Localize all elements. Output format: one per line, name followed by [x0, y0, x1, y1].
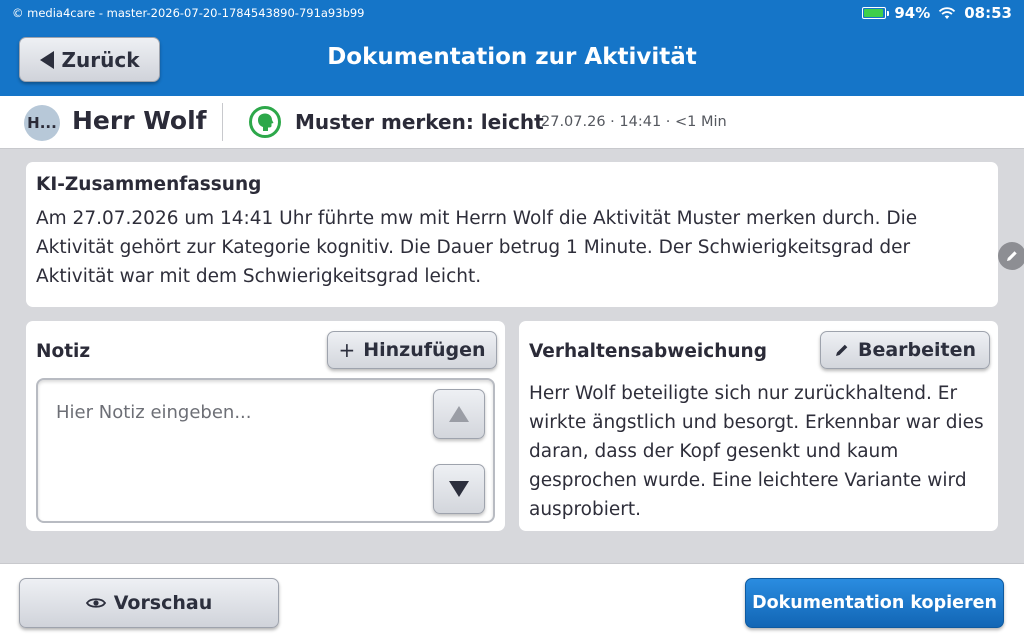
- preview-button[interactable]: Vorschau: [19, 578, 279, 628]
- preview-label: Vorschau: [113, 592, 213, 614]
- activity-name: Muster merken: leicht: [295, 110, 544, 134]
- clock: 08:53: [964, 4, 1012, 22]
- app-header: Zurück Dokumentation zur Aktivität: [0, 26, 1024, 96]
- head-silhouette-icon: [258, 113, 274, 131]
- add-note-button[interactable]: + Hinzufügen: [327, 331, 497, 369]
- note-input[interactable]: Hier Notiz eingeben...: [36, 378, 495, 523]
- summary-text: Am 27.07.2026 um 14:41 Uhr führte mw mit…: [36, 208, 918, 287]
- battery-icon: [862, 7, 890, 19]
- status-bar: © media4care - master-2026-07-20-1784543…: [0, 0, 1024, 26]
- pencil-icon: [835, 344, 848, 356]
- summary-title: KI-Zusammenfassung: [36, 174, 262, 195]
- eye-icon: [85, 598, 106, 608]
- arrow-up-icon: [449, 406, 469, 422]
- activity-info-bar: H... Herr Wolf Muster merken: leicht 27.…: [0, 96, 1024, 149]
- edit-summary-button[interactable]: [998, 242, 1024, 270]
- copy-documentation-button[interactable]: Dokumentation kopieren: [745, 578, 1004, 628]
- divider: [222, 103, 223, 141]
- battery-percent: 94%: [894, 4, 931, 22]
- add-note-label: Hinzufügen: [363, 339, 486, 361]
- person-name: Herr Wolf: [72, 106, 207, 135]
- edit-behavior-label: Bearbeiten: [857, 339, 977, 361]
- wifi-icon: [939, 7, 956, 19]
- avatar: H...: [24, 105, 60, 141]
- ai-summary-card: KI-Zusammenfassung Am 27.07.2026 um 14:4…: [26, 162, 998, 307]
- copy-documentation-label: Dokumentation kopieren: [752, 593, 997, 613]
- behavior-text: Herr Wolf beteiligte sich nur zurückhalt…: [529, 383, 984, 520]
- note-placeholder: Hier Notiz eingeben...: [56, 402, 252, 423]
- edit-behavior-button[interactable]: Bearbeiten: [820, 331, 990, 369]
- note-title: Notiz: [36, 341, 91, 362]
- status-indicators: 94% 08:53: [862, 4, 1012, 22]
- behavior-deviation-card: Verhaltensabweichung Bearbeiten Herr Wol…: [519, 321, 998, 531]
- head-profile-icon: [249, 106, 281, 138]
- activity-meta: 27.07.26 · 14:41 · <1 Min: [541, 114, 727, 130]
- note-card: Notiz + Hinzufügen Hier Notiz eingeben..…: [26, 321, 505, 531]
- scroll-up-button[interactable]: [433, 389, 485, 439]
- behavior-title: Verhaltensabweichung: [529, 341, 767, 362]
- scroll-down-button[interactable]: [433, 464, 485, 514]
- arrow-down-icon: [449, 481, 469, 497]
- page-title: Dokumentation zur Aktivität: [327, 44, 697, 70]
- app-version-text: © media4care - master-2026-07-20-1784543…: [12, 6, 365, 20]
- footer-bar: Vorschau Dokumentation kopieren: [0, 563, 1024, 641]
- pencil-icon: [1007, 251, 1017, 261]
- battery-fill: [864, 9, 884, 17]
- plus-icon: +: [338, 338, 356, 362]
